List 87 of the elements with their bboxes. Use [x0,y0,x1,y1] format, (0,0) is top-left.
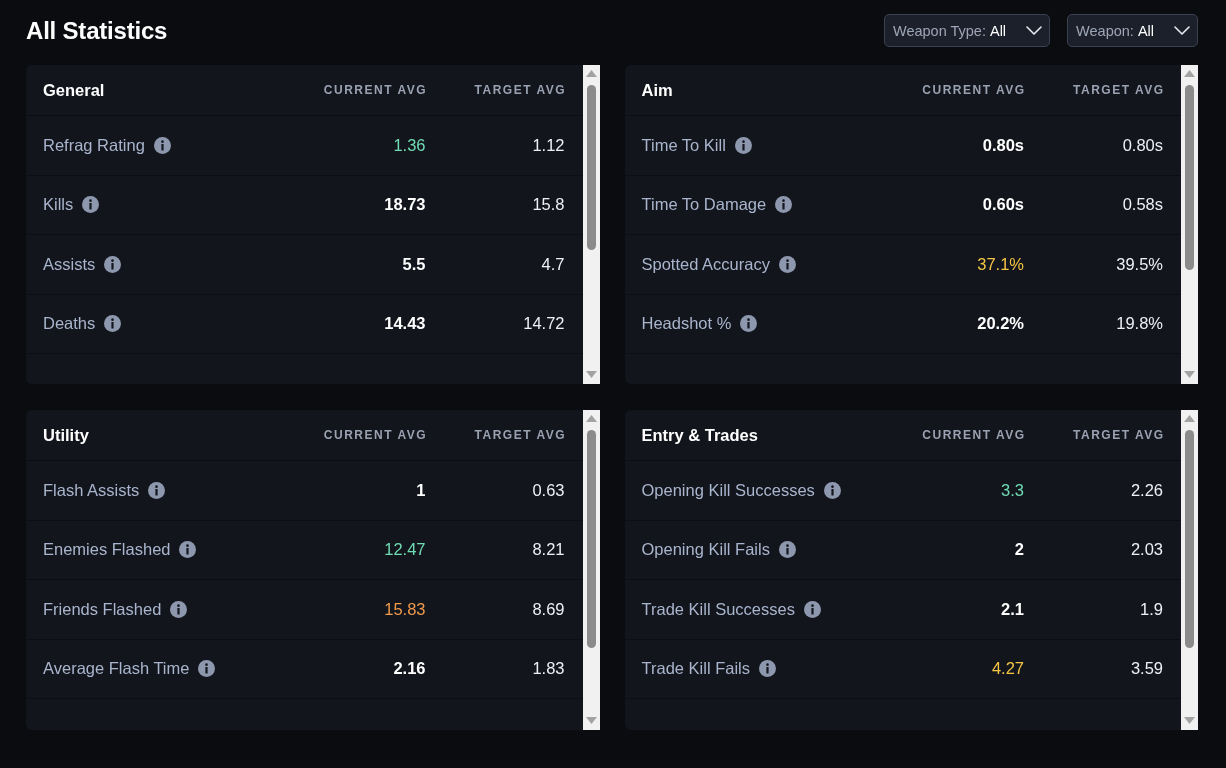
stat-name: Opening Kill Fails [641,540,770,560]
current-value: 20.2% [977,314,1024,334]
filter-dropdown[interactable]: Weapon Type: All [884,14,1051,47]
filter-dropdown[interactable]: Weapon: All [1067,14,1198,47]
current-value: 1 [416,480,426,500]
panel-title: Utility [43,425,90,445]
target-value: 4.7 [541,254,565,274]
target-value: 0.63 [532,480,565,500]
column-header: TARGET AVG [474,428,566,442]
stat-name: Opening Kill Successes [641,480,815,500]
stat-name: Average Flash Time [43,659,190,679]
stat-name: Deaths [43,314,96,334]
stat-name: Trade Kill Fails [641,659,750,679]
scroll-thumb[interactable] [586,85,596,250]
stat-name: Friends Flashed [43,599,162,619]
scroll-thumb[interactable] [1185,430,1194,648]
current-value: 5.5 [402,254,426,274]
info-icon[interactable] [153,136,171,154]
current-value: 0.80s [982,135,1024,155]
stat-name: Trade Kill Successes [641,599,795,619]
current-value: 12.47 [384,540,426,560]
column-header: CURRENT AVG [922,428,1026,442]
scroll-thumb[interactable] [1185,85,1194,270]
scrollbar[interactable] [1181,65,1198,384]
current-value: 18.73 [384,195,426,215]
stat-name: Headshot % [641,314,732,334]
scroll-thumb[interactable] [586,430,596,648]
panel-title: Aim [641,80,674,100]
info-icon[interactable] [82,196,100,214]
target-value: 1.12 [532,135,565,155]
target-value: 2.03 [1130,540,1163,560]
current-value: 37.1% [977,254,1024,274]
current-value: 3.3 [1001,480,1024,500]
chevron-down-icon [1174,26,1190,35]
current-value: 1.36 [393,135,426,155]
column-header: TARGET AVG [474,83,566,97]
chevron-down-icon [1026,26,1043,35]
current-value: 2.1 [1001,599,1024,619]
target-value: 8.69 [532,599,565,619]
panel-title: General [43,80,106,100]
scrollbar[interactable] [1181,410,1198,730]
stat-name: Enemies Flashed [43,540,171,560]
target-value: 15.8 [532,195,565,215]
current-value: 14.43 [384,314,426,334]
column-header: TARGET AVG [1073,83,1165,97]
info-icon[interactable] [198,660,216,678]
current-value: 2 [1014,540,1024,560]
info-icon[interactable] [778,541,796,559]
target-value: 1.9 [1140,599,1163,619]
current-value: 0.60s [982,195,1024,215]
target-value: 8.21 [532,540,565,560]
target-value: 1.83 [532,659,565,679]
target-value: 19.8% [1116,314,1163,334]
target-value: 3.59 [1130,659,1163,679]
stat-name: Time To Damage [641,195,767,215]
target-value: 0.58s [1122,195,1163,215]
info-icon[interactable] [104,255,122,273]
column-header: CURRENT AVG [922,83,1026,97]
column-header: CURRENT AVG [323,428,427,442]
info-icon[interactable] [170,600,188,618]
info-icon[interactable] [775,196,793,214]
stat-name: Spotted Accuracy [641,254,770,274]
column-header: TARGET AVG [1073,428,1165,442]
stat-name: Kills [43,195,74,215]
info-icon[interactable] [179,541,197,559]
stat-name: Assists [43,254,96,274]
page-title: All Statistics [26,16,168,45]
target-value: 2.26 [1130,480,1163,500]
info-icon[interactable] [148,481,166,499]
column-header: CURRENT AVG [323,83,427,97]
current-value: 2.16 [393,659,426,679]
target-value: 0.80s [1122,135,1163,155]
panel-title: Entry & Trades [641,425,759,445]
info-icon[interactable] [740,315,758,333]
target-value: 14.72 [523,314,565,334]
info-icon[interactable] [104,315,122,333]
stat-name: Flash Assists [43,480,140,500]
stat-name: Time To Kill [641,135,726,155]
info-icon[interactable] [734,136,752,154]
current-value: 15.83 [384,599,426,619]
target-value: 39.5% [1116,254,1163,274]
stat-name: Refrag Rating [43,135,145,155]
info-icon[interactable] [778,255,796,273]
info-icon[interactable] [823,481,841,499]
info-icon[interactable] [759,660,776,678]
current-value: 4.27 [991,659,1024,679]
info-icon[interactable] [803,600,821,618]
